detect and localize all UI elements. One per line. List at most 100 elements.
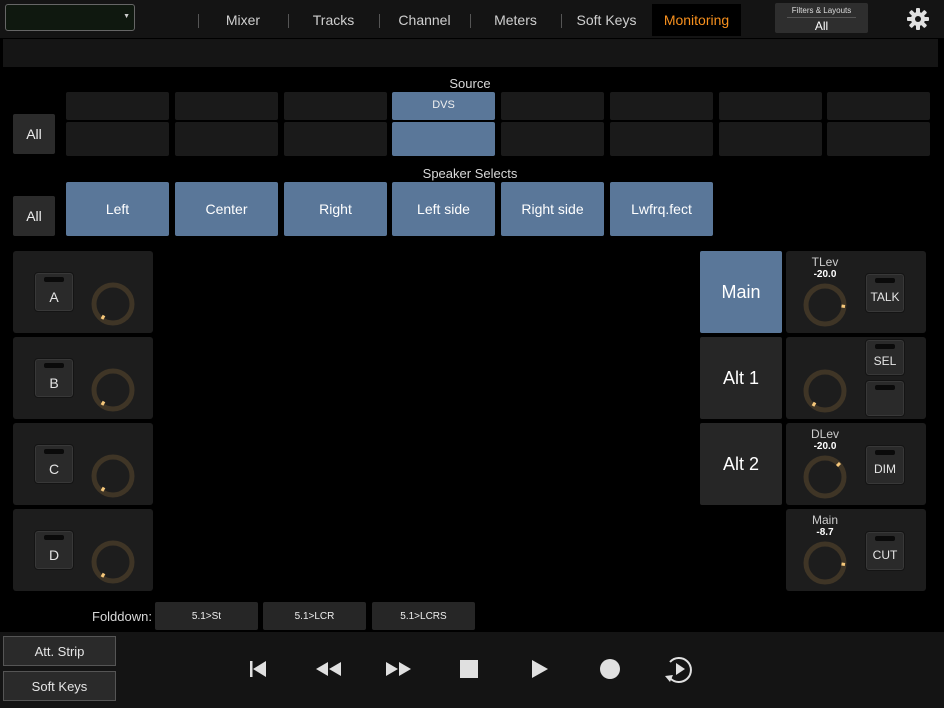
button-led xyxy=(875,536,895,541)
source-cell[interactable] xyxy=(66,122,169,156)
loop-play-icon[interactable] xyxy=(662,652,696,686)
record-icon[interactable] xyxy=(595,654,625,684)
input-c-level-knob[interactable] xyxy=(88,451,138,501)
source-title: Source xyxy=(449,76,491,91)
input-b-button[interactable]: B xyxy=(34,358,74,398)
source-cell[interactable] xyxy=(827,92,930,120)
folddown-st-button[interactable]: 5.1>St xyxy=(155,602,258,630)
talk-button-label: TALK xyxy=(870,290,900,304)
button-led xyxy=(44,363,64,368)
folddown-lcrs-button[interactable]: 5.1>LCRS xyxy=(372,602,475,630)
tab-mixer[interactable]: Mixer xyxy=(198,4,288,36)
source-cell[interactable] xyxy=(610,92,713,120)
sel-button[interactable]: SEL xyxy=(865,339,905,376)
folddown-lcr-button[interactable]: 5.1>LCR xyxy=(263,602,366,630)
source-all-button[interactable]: All xyxy=(13,114,55,154)
source-cell[interactable] xyxy=(501,92,604,120)
tab-channel-label: Channel xyxy=(398,12,451,28)
gear-icon[interactable] xyxy=(905,6,931,32)
source-cell[interactable] xyxy=(501,122,604,156)
source-cell[interactable] xyxy=(719,92,822,120)
input-a-button[interactable]: A xyxy=(34,272,74,312)
go-to-start-icon[interactable] xyxy=(243,654,273,684)
dim-level-value: -20.0 xyxy=(813,441,837,452)
tab-tracks[interactable]: Tracks xyxy=(288,4,379,36)
main-level-value: -8.7 xyxy=(816,527,834,538)
main-cut-panel: Main -8.7 CUT xyxy=(786,509,926,591)
tab-monitoring-label: Monitoring xyxy=(663,12,730,28)
source-cell[interactable]: DVS xyxy=(392,92,495,120)
speaker-left-button[interactable]: Left xyxy=(66,182,169,236)
top-bar: ▼ Mixer Tracks Channel Meters Soft Keys … xyxy=(0,0,944,38)
source-cell[interactable] xyxy=(719,122,822,156)
monitor-alt1-button[interactable]: Alt 1 xyxy=(700,337,782,419)
main-level-knob[interactable] xyxy=(800,538,850,588)
play-icon[interactable] xyxy=(524,654,554,684)
talk-button[interactable]: TALK xyxy=(865,273,905,313)
button-led xyxy=(44,535,64,540)
fast-forward-icon[interactable] xyxy=(384,654,414,684)
input-a-level-knob[interactable] xyxy=(88,279,138,329)
soft-keys-button[interactable]: Soft Keys xyxy=(3,671,116,701)
speaker-right-side-button[interactable]: Right side xyxy=(501,182,604,236)
tab-soft-keys-label: Soft Keys xyxy=(576,12,637,28)
main-level-title: Main xyxy=(811,513,838,527)
talkback-level-knob[interactable] xyxy=(800,280,850,330)
tab-channel[interactable]: Channel xyxy=(379,4,470,36)
monitor-alt2-button[interactable]: Alt 2 xyxy=(700,423,782,505)
button-led xyxy=(875,344,895,349)
att-strip-button[interactable]: Att. Strip xyxy=(3,636,116,666)
tab-monitoring[interactable]: Monitoring xyxy=(652,4,741,36)
input-b-level-knob[interactable] xyxy=(88,365,138,415)
cut-button[interactable]: CUT xyxy=(865,531,905,571)
source-all-label: All xyxy=(26,126,42,142)
project-select[interactable]: ▼ xyxy=(5,4,135,31)
cut-button-label: CUT xyxy=(872,548,898,562)
filters-layouts-button[interactable]: Filters & Layouts All xyxy=(775,3,868,33)
filters-layouts-title: Filters & Layouts xyxy=(791,6,852,15)
sel-level-knob[interactable] xyxy=(800,366,850,416)
dim-button[interactable]: DIM xyxy=(865,445,905,485)
source-cell[interactable] xyxy=(827,122,930,156)
tab-meters[interactable]: Meters xyxy=(470,4,561,36)
tab-soft-keys[interactable]: Soft Keys xyxy=(561,4,652,36)
monitor-alt1-label: Alt 1 xyxy=(722,367,760,388)
monitor-main-button[interactable]: Main xyxy=(700,251,782,333)
rewind-icon[interactable] xyxy=(313,654,343,684)
speaker-all-button[interactable]: All xyxy=(13,196,55,236)
source-cell[interactable] xyxy=(284,122,387,156)
speaker-left-side-button[interactable]: Left side xyxy=(392,182,495,236)
source-cell-label: DVS xyxy=(432,99,455,111)
source-cell[interactable] xyxy=(610,122,713,156)
soft-keys-label: Soft Keys xyxy=(31,678,88,694)
speaker-right-side-label: Right side xyxy=(521,201,584,217)
divider xyxy=(787,17,856,18)
input-c-label: C xyxy=(48,461,60,477)
talkback-panel: TLev -20.0 TALK xyxy=(786,251,926,333)
speaker-center-button[interactable]: Center xyxy=(175,182,278,236)
source-cell[interactable] xyxy=(175,92,278,120)
input-strip-b: B xyxy=(13,337,153,419)
source-cell[interactable] xyxy=(175,122,278,156)
input-d-level-knob[interactable] xyxy=(88,537,138,587)
sel-button-label: SEL xyxy=(873,354,897,368)
source-cell[interactable] xyxy=(66,92,169,120)
input-strip-d: D xyxy=(13,509,153,591)
folddown-lcr-label: 5.1>LCR xyxy=(294,610,335,622)
speaker-left-side-label: Left side xyxy=(417,201,470,217)
speaker-lfe-button[interactable]: Lwfrq.fect xyxy=(610,182,713,236)
source-cell[interactable] xyxy=(284,92,387,120)
source-cell[interactable] xyxy=(392,122,495,156)
dim-level-knob[interactable] xyxy=(800,452,850,502)
sel-secondary-button[interactable] xyxy=(865,380,905,417)
speaker-right-button[interactable]: Right xyxy=(284,182,387,236)
input-c-button[interactable]: C xyxy=(34,444,74,484)
tab-bar: Mixer Tracks Channel Meters Soft Keys Mo… xyxy=(198,4,741,36)
tab-separator xyxy=(288,14,289,28)
speaker-lfe-label: Lwfrq.fect xyxy=(631,201,692,217)
stop-icon[interactable] xyxy=(454,654,484,684)
tab-separator xyxy=(561,14,562,28)
input-d-button[interactable]: D xyxy=(34,530,74,570)
speaker-left-label: Left xyxy=(105,201,130,217)
tab-mixer-label: Mixer xyxy=(225,12,261,28)
